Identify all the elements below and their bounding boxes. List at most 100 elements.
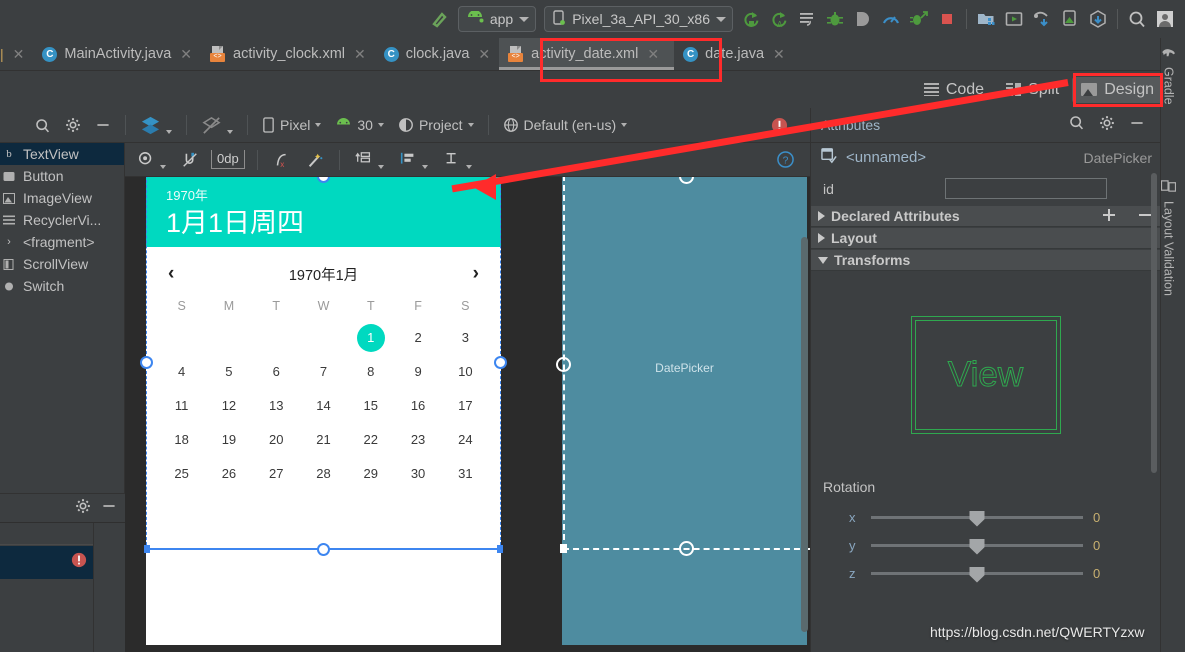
attributes-scrollbar[interactable] [1151,173,1157,473]
constraint-handle-right[interactable] [494,356,507,369]
tab-design-mode[interactable]: Design [1072,76,1163,103]
tab-partial-left[interactable]: | ✕ [0,38,33,70]
close-icon[interactable]: ✕ [180,46,192,63]
component-tree-gear-icon[interactable] [75,498,91,519]
help-icon[interactable]: ? [771,148,800,171]
constraint-handle-left[interactable] [140,356,153,369]
chevron-down-icon[interactable] [621,123,628,127]
palette-item-button[interactable]: Button [0,165,124,187]
chevron-down-icon[interactable] [377,164,384,169]
account-avatar-icon[interactable] [1151,5,1179,33]
tab-split-mode[interactable]: Split [997,77,1068,103]
rotation-x-slider[interactable] [871,510,1083,527]
apply-changes-icon[interactable] [737,5,765,33]
rotation-y-slider[interactable] [871,538,1083,555]
component-tree-minimize-icon[interactable] [101,498,117,519]
align-icon[interactable] [393,148,434,172]
avd-manager-icon[interactable] [1000,5,1028,33]
guidelines-icon[interactable] [437,148,478,172]
attributes-gear-icon[interactable] [1092,115,1122,136]
locale-selector[interactable]: Default (en-us) [497,114,634,136]
palette-item-textview[interactable]: b TextView [0,143,124,165]
tab-activity-clock-xml[interactable]: <> activity_clock.xml ✕ [201,38,375,70]
blueprint-toggle-icon[interactable] [195,112,239,139]
section-declared-attributes[interactable]: Declared Attributes [811,205,1160,227]
pack-icon[interactable] [349,148,390,172]
debug-attach-process-icon[interactable] [905,5,933,33]
palette-gear-icon[interactable] [59,114,87,136]
device-file-explorer-icon[interactable] [1028,5,1056,33]
palette-item-switch[interactable]: Switch [0,275,124,297]
run-icon[interactable] [793,5,821,33]
error-icon[interactable] [765,114,794,137]
section-layout[interactable]: Layout [811,227,1160,249]
section-transforms[interactable]: Transforms [811,249,1160,271]
tool-tab-gradle[interactable]: Gradle [1161,40,1176,111]
api-level-selector[interactable]: 30 [329,114,390,136]
chevron-down-icon[interactable] [465,164,472,169]
chevron-down-icon[interactable] [467,123,474,127]
attributes-search-icon[interactable] [1061,114,1092,136]
tab-code-mode[interactable]: Code [915,77,993,103]
close-icon[interactable]: ✕ [773,46,785,63]
palette-item-fragment[interactable]: › <fragment> [0,231,124,253]
chevron-down-icon[interactable] [519,16,530,22]
view-options-icon[interactable] [131,148,172,172]
device-preview-blueprint[interactable]: DatePicker [562,177,807,645]
theme-selector[interactable]: Project [392,114,480,136]
debug-bug-icon[interactable] [821,5,849,33]
design-canvas[interactable]: 1970年 1月1日周四 ‹ 1970年1月 › SMTWTFS12345678… [125,177,810,652]
chevron-down-icon[interactable] [227,129,233,134]
tab-clock-java[interactable]: C clock.java ✕ [375,38,499,70]
tab-mainactivity-java[interactable]: C MainActivity.java ✕ [33,38,201,70]
sdk-manager-icon[interactable] [972,5,1000,33]
close-icon[interactable]: ✕ [647,46,659,63]
layout-inspector-icon[interactable] [1056,5,1084,33]
palette-item-recyclerview[interactable]: RecyclerVi... [0,209,124,231]
slider-thumb[interactable] [969,566,985,583]
component-tree-row[interactable] [0,523,93,545]
default-margin-value[interactable]: 0dp [211,150,245,169]
chevron-down-icon[interactable] [315,123,322,127]
rotation-z-slider[interactable] [871,566,1083,583]
chevron-down-icon[interactable] [160,164,166,169]
attributes-minimize-icon[interactable] [1122,115,1152,136]
profiler-icon[interactable] [877,5,905,33]
blueprint-constraint-handle-bottom[interactable] [679,541,694,556]
gradle-sync-icon[interactable] [1084,5,1112,33]
palette-search-icon[interactable] [28,114,57,137]
plus-icon[interactable] [1094,208,1124,225]
stop-icon[interactable] [933,5,961,33]
run-configuration-selector[interactable]: app [457,6,537,32]
palette-item-imageview[interactable]: ImageView [0,187,124,209]
close-icon[interactable]: ✕ [478,46,490,63]
chevron-down-icon[interactable] [377,123,384,127]
tab-activity-date-xml[interactable]: <> activity_date.xml ✕ [499,38,675,70]
apply-code-changes-icon[interactable]: A [765,5,793,33]
constraint-handle-bottom[interactable] [317,543,330,556]
canvas-scrollbar[interactable] [801,237,808,632]
slider-thumb[interactable] [969,510,985,527]
component-tree-row-selected[interactable] [0,546,93,579]
slider-thumb[interactable] [969,538,985,555]
hammer-build-icon[interactable] [426,5,454,33]
transform-view-preview[interactable]: View [811,271,1160,479]
tool-tab-layout-validation[interactable]: Layout Validation [1160,173,1177,302]
palette-minimize-icon[interactable] [89,114,117,136]
chevron-down-icon[interactable] [166,129,172,134]
chevron-down-icon[interactable] [716,16,726,22]
device-selector[interactable]: Pixel_3a_API_30_x86 [544,6,733,32]
design-surface-mode-icon[interactable] [134,112,178,139]
close-icon[interactable]: ✕ [13,46,25,63]
tab-date-java[interactable]: C date.java ✕ [674,38,794,70]
device-type-selector[interactable]: Pixel [256,114,327,136]
attach-debugger-icon[interactable] [849,5,877,33]
chevron-down-icon[interactable] [421,164,428,169]
blueprint-constraint-handle-left[interactable] [556,357,571,372]
id-input[interactable] [945,178,1107,199]
palette-item-scrollview[interactable]: ScrollView [0,253,124,275]
autoconnect-off-icon[interactable] [175,148,205,172]
search-everywhere-icon[interactable] [1123,5,1151,33]
close-icon[interactable]: ✕ [354,46,366,63]
magic-wand-icon[interactable] [300,148,330,172]
